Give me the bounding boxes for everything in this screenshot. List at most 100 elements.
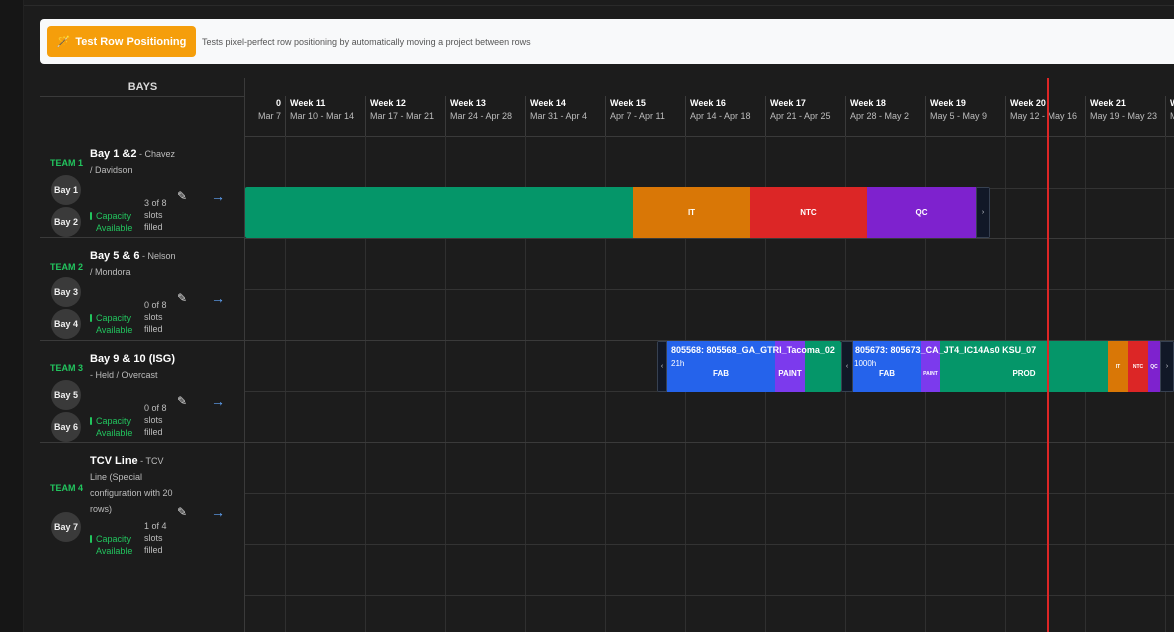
week-label: Week 11 [290,98,326,108]
slots-filled: 0 of 8 slots filled [144,403,167,437]
test-row-positioning-button[interactable]: 🪄 Test Row Positioning [47,26,196,57]
week-range: Apr 14 - Apr 18 [690,111,751,121]
bay-badge: Bay 1 [51,175,81,205]
week-range: Mar 7 [257,111,281,121]
phase-qc: QC [1148,341,1160,392]
team-label: TEAM 4 [50,483,84,493]
week-header: Week 19 May 5 - May 9 [925,96,1005,136]
arrow-right-icon[interactable]: → [209,394,227,408]
arrow-right-icon[interactable]: → [209,189,227,203]
slots-filled: 0 of 8 slots filled [144,300,167,334]
week-header: Week 15 Apr 7 - Apr 11 [605,96,685,136]
slots-filled: 3 of 8 slots filled [144,198,167,232]
grid-hline [245,544,1174,545]
resize-handle-left[interactable]: ‹ [657,341,667,392]
week-header: Week 17 Apr 21 - Apr 25 [765,96,845,136]
manufacturing-schedule-page: 🪄 Test Row Positioning Tests pixel-perfe… [0,0,1174,632]
week-label: Week 20 [1010,98,1046,108]
project-bar-805673[interactable]: ‹ FAB PAINT PROD IT NTC QC › 805673: 805… [841,341,1174,392]
pencil-icon[interactable]: ✎ [175,394,189,408]
resize-handle-left[interactable]: ‹ [841,341,853,392]
grid-hline [245,442,1174,443]
grid-hline [245,493,1174,494]
test-row-positioning-label: Test Row Positioning [75,35,187,48]
bay-title: TCV Line - TCV Line (Special configurati… [90,455,173,514]
week-label: Week 19 [930,98,966,108]
phase-it: IT [633,187,750,238]
pencil-icon[interactable]: ✎ [175,291,189,305]
test-toolbar: 🪄 Test Row Positioning Tests pixel-perfe… [40,19,1174,64]
week-label: Week 15 [610,98,646,108]
bay-row-team-3: TEAM 3 Bay 5 Bay 6 Bay 9 & 10 (ISG) - He… [40,341,245,443]
left-rail [0,0,24,632]
week-range: Apr 21 - Apr 25 [770,111,831,121]
header-divider [245,136,1174,137]
phase-ntc: NTC [1128,341,1148,392]
week-header: Week 16 Apr 14 - Apr 18 [685,96,765,136]
bay-title: Bay 9 & 10 (ISG) - Held / Overcast [90,353,175,380]
week-header: Week 21 May 19 - May 23 [1085,96,1165,136]
resize-handle-right[interactable]: › [976,187,990,238]
arrow-right-icon[interactable]: → [209,291,227,305]
bay-badge: Bay 6 [51,412,81,442]
team-label: TEAM 2 [50,262,84,272]
bay-name: TCV Line [90,455,138,467]
project-name: 805568: 805568_GA_GTRI_Tacoma_02 [671,345,835,355]
week-label: Week 21 [1090,98,1126,108]
phase-ntc: NTC [750,187,867,238]
grid-hline [245,289,1174,290]
bay-badge: Bay 5 [51,380,81,410]
bay-row-team-2: TEAM 2 Bay 3 Bay 4 Bay 5 & 6 - Nelson / … [40,238,245,341]
arrow-right-icon[interactable]: → [209,505,227,519]
phase-it: IT [1108,341,1128,392]
week-label: Week 17 [770,98,806,108]
phase-prod [245,187,633,238]
week-range: Mar 31 - Apr 4 [530,111,588,121]
week-range: Apr 28 - May 2 [850,111,910,121]
week-header: 0 Mar 7 [245,96,285,136]
week-header: Week 11 Mar 10 - Mar 14 [285,96,365,136]
week-label: Week 13 [450,98,486,108]
bay-desc: Held / Overcast [95,370,158,380]
bay-column: TEAM 1 Bay 1 Bay 2 Bay 1 &2 - Chavez / D… [40,96,245,632]
bay-row-team-4: TEAM 4 Bay 7 TCV Line - TCV Line (Specia… [40,443,245,632]
week-range: May 12 - May 16 [1010,111,1078,121]
pencil-icon[interactable]: ✎ [175,189,189,203]
week-header: Week 13 Mar 24 - Apr 28 [445,96,525,136]
project-bar-team-1[interactable]: IT NTC QC › [245,187,990,238]
week-label: Week 16 [690,98,726,108]
slots-filled: 1 of 4 slots filled [144,521,167,555]
week-header: Week 18 Apr 28 - May 2 [845,96,925,136]
project-hours: 21h [671,359,685,368]
bay-name: Bay 9 & 10 (ISG) [90,353,175,365]
week-range: M [1170,111,1174,121]
grid-hline [245,238,1174,239]
bay-badge: Bay 7 [51,512,81,542]
bay-title: Bay 1 &2 - Chavez / Davidson [90,148,175,175]
capacity-status: Capacity Available [90,533,140,557]
week-header: Week 12 Mar 17 - Mar 21 [365,96,445,136]
week-label: Week 18 [850,98,886,108]
week-label: Week 12 [370,98,406,108]
bay-name: Bay 1 &2 [90,148,137,160]
timeline: 0 Mar 7 Week 11 Mar 10 - Mar 14 Week 12 Mar 1… [245,78,1174,632]
bays-header: BAYS [127,81,158,93]
resize-handle-right[interactable]: › [1160,341,1174,392]
week-range: Mar 10 - Mar 14 [290,111,355,121]
project-bar-805568[interactable]: ‹ FAB PAINT 805568: 805568_GA_GTRI_Tacom… [657,341,841,392]
bay-badge: Bay 2 [51,207,81,237]
week-range: Mar 24 - Apr 28 [450,111,513,121]
bay-name: Bay 5 & 6 [90,250,140,262]
bay-badge: Bay 3 [51,277,81,307]
phase-qc: QC [867,187,976,238]
bay-badge: Bay 4 [51,309,81,339]
pencil-icon[interactable]: ✎ [175,505,189,519]
grid-hline [245,595,1174,596]
today-marker [1047,78,1049,632]
capacity-status: Capacity Available [90,312,140,336]
team-label: TEAM 1 [50,158,84,168]
project-name: 805673: 805673_CA_JT4_IC14As0 KSU_07 [855,345,1037,355]
week-range: May 5 - May 9 [930,111,988,121]
week-label: 0 [275,98,281,108]
week-range: Mar 17 - Mar 21 [370,111,435,121]
